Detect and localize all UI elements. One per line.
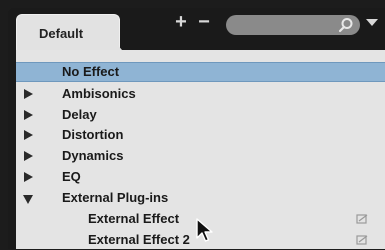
collapse-arrow-icon[interactable] [23, 195, 33, 204]
list-item[interactable]: Ambisonics [16, 84, 385, 104]
tab-label: Default [39, 26, 84, 41]
list-item[interactable]: No Effect [16, 62, 385, 82]
external-plugin-icon [356, 214, 368, 224]
list-item[interactable]: EQ [16, 167, 385, 187]
list-item[interactable]: Delay [16, 105, 385, 125]
expand-arrow-icon[interactable] [24, 130, 33, 140]
list-item[interactable]: External Plug-ins [16, 188, 385, 208]
expand-arrow-icon[interactable] [24, 172, 33, 182]
mouse-pointer-icon [196, 218, 213, 242]
list-item-label: EQ [62, 169, 81, 184]
tab-notch [110, 36, 122, 50]
list-item-label: External Plug-ins [62, 190, 169, 205]
list-item-label: Dynamics [62, 148, 124, 163]
remove-button[interactable]: − [196, 12, 212, 32]
list-item-label: No Effect [62, 64, 120, 79]
search-icon[interactable] [338, 17, 354, 33]
expand-arrow-icon[interactable] [24, 110, 33, 120]
list-item-label: Delay [62, 107, 97, 122]
chevron-down-icon[interactable] [366, 19, 378, 26]
expand-arrow-icon[interactable] [24, 151, 33, 161]
expand-arrow-icon[interactable] [24, 89, 33, 99]
list-item-label: External Effect [88, 211, 180, 226]
list-item[interactable]: Distortion [16, 125, 385, 145]
list-item[interactable]: Dynamics [16, 146, 385, 166]
tab-default[interactable]: Default [16, 14, 120, 50]
external-plugin-icon [356, 235, 368, 245]
list-item-label: Distortion [62, 127, 124, 142]
add-button[interactable]: + [173, 12, 189, 32]
list-item-label: Ambisonics [62, 86, 136, 101]
list-item-label: External Effect 2 [88, 232, 190, 247]
search-input[interactable] [226, 15, 360, 35]
